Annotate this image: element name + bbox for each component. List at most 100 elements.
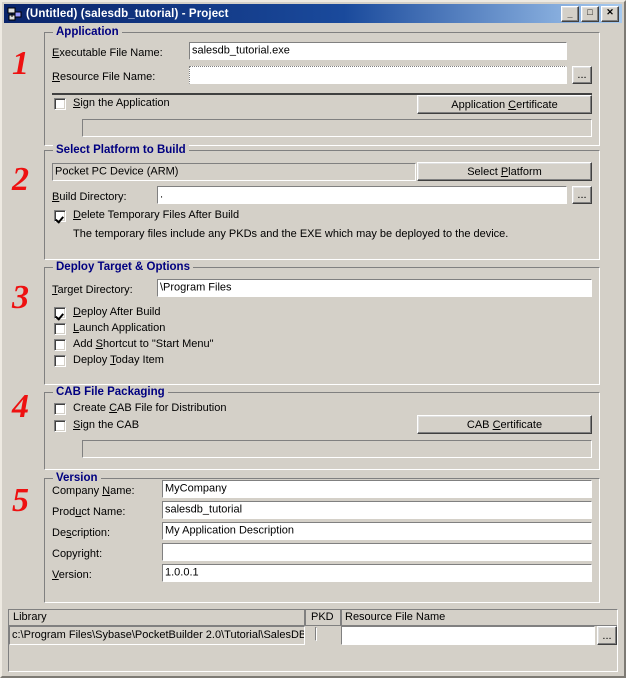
delete-temp-files-label: Delete Temporary Files After Build (73, 209, 240, 221)
version-value: 1.0.0.1 (165, 566, 199, 579)
pkd-checkbox[interactable] (315, 627, 317, 641)
platform-value: Pocket PC Device (ARM) (55, 165, 179, 178)
temp-files-note: The temporary files include any PKDs and… (73, 228, 509, 240)
resource-file-browse-button[interactable]: ... (572, 66, 592, 84)
sign-cab-label: Sign the CAB (73, 419, 140, 431)
description-value: My Application Description (165, 524, 295, 537)
step-marker-2: 2 (12, 161, 29, 198)
select-platform-button[interactable]: Select Platform (417, 162, 592, 181)
application-group-title: Application (53, 26, 122, 38)
cab-certificate-label: CAB Certificate (466, 418, 543, 431)
add-shortcut-checkbox-box[interactable] (54, 338, 66, 351)
company-name-value: MyCompany (165, 482, 227, 495)
maximize-button[interactable]: □ (581, 5, 599, 22)
create-cab-checkbox[interactable]: Create CAB File for Distribution (54, 402, 226, 415)
product-name-label: Product Name: (52, 506, 126, 518)
step-marker-1: 1 (12, 45, 29, 82)
step-marker-5: 5 (12, 482, 29, 519)
target-directory-value: \Program Files (160, 281, 232, 294)
close-icon: ✕ (606, 6, 614, 17)
executable-file-name-value: salesdb_tutorial.exe (192, 44, 290, 57)
launch-application-label: Launch Application (73, 322, 166, 334)
library-path-value: c:\Program Files\Sybase\PocketBuilder 2.… (12, 629, 305, 641)
project-window: (Untitled) (salesdb_tutorial) - Project … (0, 0, 626, 678)
resource-file-name-label: Resource File Name: (52, 71, 156, 83)
build-directory-label: Build Directory: (52, 191, 127, 203)
sign-application-label: Sign the Application (73, 97, 170, 109)
deploy-after-build-label: Deploy After Build (73, 306, 161, 318)
minimize-icon: _ (567, 8, 573, 19)
target-directory-label: Target Directory: (52, 284, 133, 296)
add-shortcut-checkbox[interactable]: Add Shortcut to "Start Menu" (54, 338, 214, 351)
select-platform-label: Select Platform (467, 165, 542, 178)
description-input[interactable]: My Application Description (162, 522, 592, 540)
grid-resource-browse-button[interactable]: ... (597, 626, 617, 645)
close-button[interactable]: ✕ (601, 5, 619, 22)
executable-file-name-input[interactable]: salesdb_tutorial.exe (189, 42, 567, 60)
delete-temp-files-checkbox[interactable]: Delete Temporary Files After Build (54, 209, 239, 222)
deploy-group-title: Deploy Target & Options (53, 261, 193, 273)
library-grid: Library PKD Resource File Name c:\Progra… (8, 609, 618, 672)
column-header-resource-file-name[interactable]: Resource File Name (341, 610, 617, 625)
deploy-today-item-label: Deploy Today Item (73, 354, 164, 366)
deploy-today-item-checkbox-box[interactable] (54, 354, 66, 367)
resource-file-name-cell[interactable] (341, 626, 595, 645)
application-certificate-display (82, 119, 592, 137)
client-area: 1 2 3 4 5 Application Executable File Na… (4, 23, 622, 676)
company-name-input[interactable]: MyCompany (162, 480, 592, 498)
add-shortcut-label: Add Shortcut to "Start Menu" (73, 338, 214, 350)
platform-display: Pocket PC Device (ARM) (52, 163, 416, 181)
ellipsis-icon: ... (577, 69, 587, 81)
build-directory-input[interactable]: . (157, 186, 567, 204)
column-header-library[interactable]: Library (9, 610, 305, 625)
executable-file-name-label: Executable File Name: (52, 47, 163, 59)
minimize-button[interactable]: _ (561, 5, 579, 22)
product-name-input[interactable]: salesdb_tutorial (162, 501, 592, 519)
window-controls: _ □ ✕ (561, 5, 621, 22)
ellipsis-icon: ... (602, 629, 612, 642)
title-bar: (Untitled) (salesdb_tutorial) - Project … (4, 4, 622, 23)
application-certificate-button[interactable]: Application Certificate (417, 95, 592, 114)
step-marker-3: 3 (12, 279, 29, 316)
sign-application-checkbox[interactable]: Sign the Application (54, 97, 170, 110)
target-directory-input[interactable]: \Program Files (157, 279, 592, 297)
product-name-value: salesdb_tutorial (165, 503, 243, 516)
build-directory-browse-button[interactable]: ... (572, 186, 592, 204)
launch-application-checkbox-box[interactable] (54, 322, 66, 335)
library-grid-header: Library PKD Resource File Name (9, 610, 617, 626)
maximize-icon: □ (587, 6, 593, 17)
platform-group-title: Select Platform to Build (53, 144, 189, 156)
deploy-today-item-checkbox[interactable]: Deploy Today Item (54, 354, 164, 367)
step-marker-4: 4 (12, 388, 29, 425)
create-cab-label: Create CAB File for Distribution (73, 402, 227, 414)
column-header-pkd[interactable]: PKD (305, 610, 341, 625)
ellipsis-icon: ... (577, 189, 587, 201)
copyright-label: Copyright: (52, 548, 103, 560)
create-cab-checkbox-box[interactable] (54, 402, 66, 415)
version-group-title: Version (53, 472, 101, 484)
description-label: Description: (52, 527, 111, 539)
application-certificate-label: Application Certificate (451, 98, 558, 111)
build-directory-value: . (160, 188, 164, 201)
cab-group-title: CAB File Packaging (53, 386, 168, 398)
version-input[interactable]: 1.0.0.1 (162, 564, 592, 582)
deploy-after-build-checkbox[interactable]: Deploy After Build (54, 306, 160, 319)
deploy-after-build-checkbox-box[interactable] (54, 306, 66, 319)
library-path-cell[interactable]: c:\Program Files\Sybase\PocketBuilder 2.… (9, 626, 305, 645)
cab-certificate-button[interactable]: CAB Certificate (417, 415, 592, 434)
version-label: Version: (52, 569, 92, 581)
launch-application-checkbox[interactable]: Launch Application (54, 322, 165, 335)
copyright-input[interactable] (162, 543, 592, 561)
delete-temp-files-checkbox-box[interactable] (54, 209, 66, 222)
resource-file-name-input[interactable] (189, 66, 567, 84)
window-title: (Untitled) (salesdb_tutorial) - Project (26, 7, 229, 20)
cab-certificate-display (82, 440, 592, 458)
project-window-icon (7, 6, 23, 22)
pkd-cell[interactable] (305, 626, 341, 645)
sign-cab-checkbox-box[interactable] (54, 419, 66, 432)
grid-divider-2 (341, 610, 342, 626)
company-name-label: Company Name: (52, 485, 135, 497)
grid-divider-1 (305, 610, 306, 626)
sign-application-checkbox-box[interactable] (54, 97, 66, 110)
sign-cab-checkbox[interactable]: Sign the CAB (54, 419, 139, 432)
